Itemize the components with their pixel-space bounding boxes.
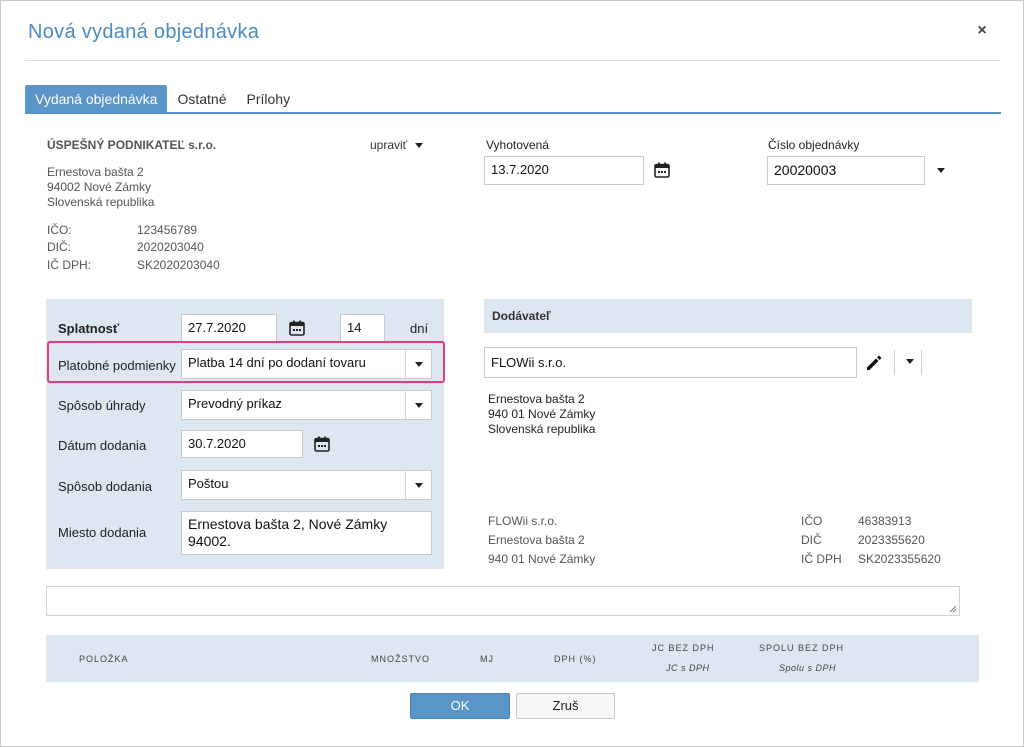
company-icdph-value: SK2020203040 xyxy=(137,258,220,272)
title-divider xyxy=(25,60,1000,61)
company-dic-label: DIČ: xyxy=(47,240,71,254)
order-number-dropdown[interactable] xyxy=(935,168,947,176)
supplier-header: Dodávateľ xyxy=(484,299,972,333)
supplier-name-input[interactable]: FLOWii s.r.o. xyxy=(484,347,857,378)
new-order-dialog: Nová vydaná objednávka × Vydaná objednáv… xyxy=(0,0,1024,747)
company-address-line-1: Ernestova bašta 2 xyxy=(47,165,144,179)
tab-bar: Vydaná objednávka Ostatné Prílohy xyxy=(25,85,300,113)
column-unit: MJ xyxy=(480,654,494,664)
column-quantity: MNOŽSTVO xyxy=(371,654,430,664)
tab-underline xyxy=(25,112,1001,114)
delivery-date-input[interactable]: 30.7.2020 xyxy=(181,430,303,458)
chevron-down-icon xyxy=(906,359,914,364)
company-edit-link[interactable]: upraviť xyxy=(370,138,424,152)
company-ico-value: 123456789 xyxy=(137,223,198,237)
supplier-footer-line-2: Ernestova bašta 2 xyxy=(488,533,585,547)
issued-label: Vyhotovená xyxy=(486,138,549,152)
column-unit-price-incl: JC s DPH xyxy=(666,663,710,673)
note-textarea[interactable] xyxy=(46,586,960,616)
dialog-title: Nová vydaná objednávka xyxy=(28,21,260,43)
column-item: POLOŽKA xyxy=(79,654,129,664)
supplier-divider-right xyxy=(921,350,922,375)
resize-handle-icon[interactable] xyxy=(949,605,957,613)
delivery-place-input[interactable]: Ernestova bašta 2, Nové Zámky 94002. xyxy=(181,511,432,555)
payment-terms-highlight xyxy=(47,341,445,383)
tab-attachments[interactable]: Prílohy xyxy=(237,85,301,113)
supplier-dic-label: DIČ xyxy=(801,533,822,547)
chevron-down-icon xyxy=(415,142,424,148)
payment-method-select[interactable]: Prevodný príkaz xyxy=(181,390,432,420)
order-number-label: Číslo objednávky xyxy=(768,138,860,152)
supplier-address-line-3: Slovenská republika xyxy=(488,422,596,436)
company-icdph-label: IČ DPH: xyxy=(47,258,92,272)
company-address-line-2: 94002 Nové Zámky xyxy=(47,180,152,194)
payment-method-value: Prevodný príkaz xyxy=(188,396,282,411)
column-total-excl: SPOLU BEZ DPH xyxy=(759,643,845,653)
close-icon[interactable]: × xyxy=(974,23,990,39)
calendar-icon[interactable] xyxy=(654,162,670,178)
payment-method-label: Spôsob úhrady xyxy=(58,398,146,413)
supplier-dic-value: 2023355620 xyxy=(858,533,925,547)
delivery-method-label: Spôsob dodania xyxy=(58,479,152,494)
delivery-place-label: Miesto dodania xyxy=(58,525,147,540)
issued-date-input[interactable]: 13.7.2020 xyxy=(484,156,644,185)
company-name: ÚSPEŠNÝ PODNIKATEĽ s.r.o. xyxy=(47,138,217,152)
supplier-footer-line-1: FLOWii s.r.o. xyxy=(488,514,558,528)
cancel-button[interactable]: Zruš xyxy=(516,693,615,719)
supplier-address-line-1: Ernestova bašta 2 xyxy=(488,392,585,406)
chevron-down-icon xyxy=(405,391,431,419)
calendar-icon[interactable] xyxy=(289,320,305,336)
column-vat: DPH (%) xyxy=(554,654,597,664)
due-days-input[interactable]: 14 xyxy=(340,314,385,342)
due-label: Splatnosť xyxy=(58,321,120,336)
due-date-input[interactable]: 27.7.2020 xyxy=(181,314,277,342)
chevron-down-icon xyxy=(405,471,431,499)
company-ico-label: IČO: xyxy=(47,223,72,237)
supplier-dropdown[interactable] xyxy=(904,359,916,367)
company-dic-value: 2020203040 xyxy=(137,240,204,254)
due-days-unit: dní xyxy=(410,321,429,336)
column-total-incl: Spolu s DPH xyxy=(779,663,837,673)
tab-other[interactable]: Ostatné xyxy=(167,85,236,113)
column-unit-price-excl: JC BEZ DPH xyxy=(652,643,715,653)
delivery-place-line-1: Ernestova bašta 2, Nové Zámky xyxy=(188,516,388,532)
supplier-ico-label: IČO xyxy=(801,514,823,528)
chevron-down-icon xyxy=(937,168,945,173)
supplier-divider xyxy=(894,350,895,375)
tab-issued-order[interactable]: Vydaná objednávka xyxy=(25,85,168,113)
company-edit-label: upraviť xyxy=(370,138,408,152)
delivery-place-line-2: 94002. xyxy=(188,533,231,549)
supplier-address-line-2: 940 01 Nové Zámky xyxy=(488,407,596,421)
pencil-icon[interactable] xyxy=(864,353,884,373)
items-table-header: POLOŽKA MNOŽSTVO MJ DPH (%) JC BEZ DPH J… xyxy=(46,635,979,682)
delivery-date-label: Dátum dodania xyxy=(58,438,147,453)
delivery-method-value: Poštou xyxy=(188,476,229,491)
calendar-icon[interactable] xyxy=(314,436,330,452)
supplier-ico-value: 46383913 xyxy=(858,514,912,528)
supplier-footer-line-3: 940 01 Nové Zámky xyxy=(488,552,596,566)
delivery-method-select[interactable]: Poštou xyxy=(181,470,432,500)
supplier-icdph-value: SK2023355620 xyxy=(858,552,941,566)
order-number-input[interactable]: 20020003 xyxy=(767,156,925,185)
company-address-line-3: Slovenská republika xyxy=(47,195,155,209)
supplier-icdph-label: IČ DPH xyxy=(801,552,842,566)
ok-button[interactable]: OK xyxy=(410,693,510,719)
